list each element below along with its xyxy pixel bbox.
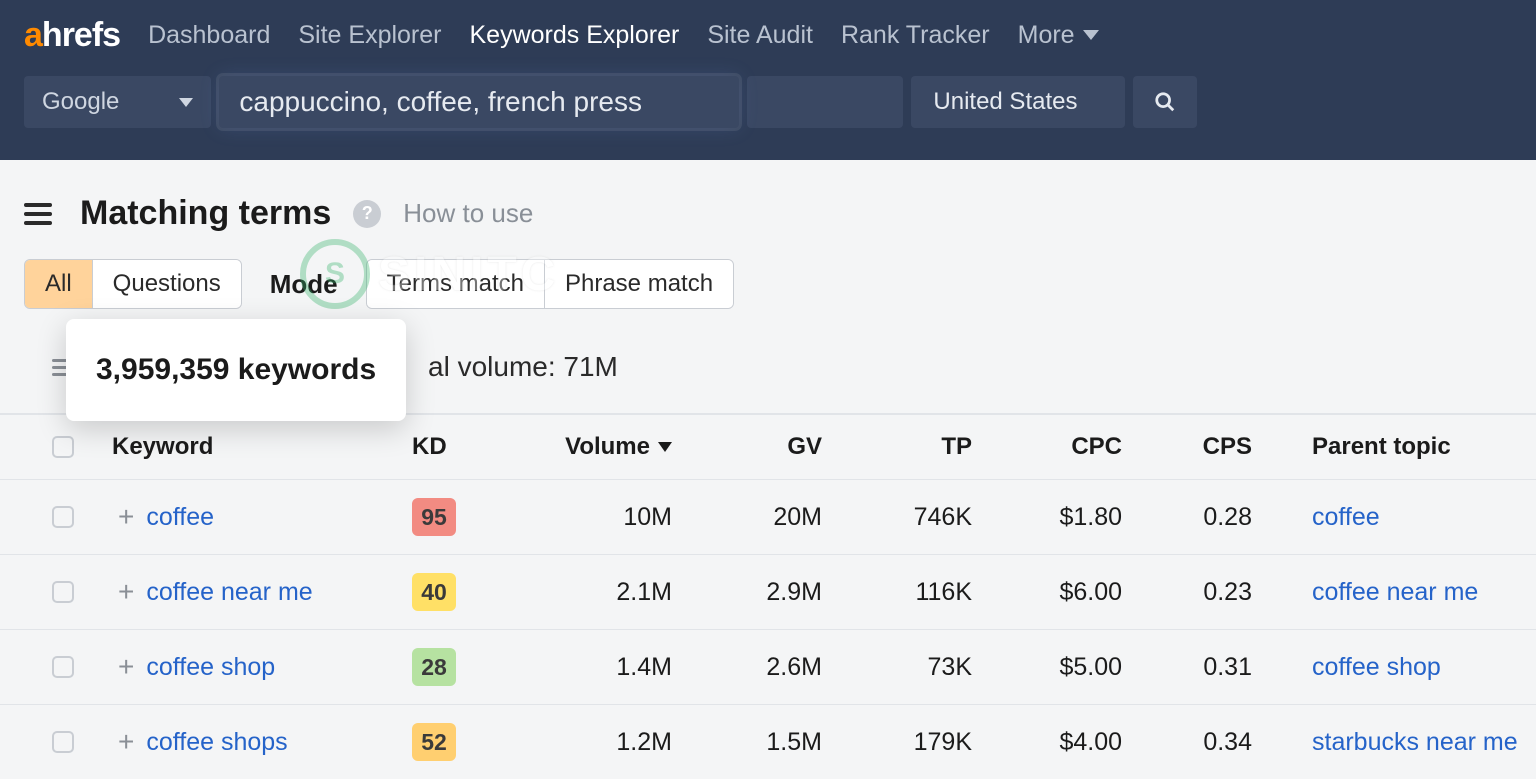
expand-icon[interactable]: +	[112, 726, 134, 758]
keyword-link[interactable]: coffee near me	[146, 578, 312, 607]
col-cpc[interactable]: CPC	[972, 433, 1122, 461]
keyword-link[interactable]: coffee shop	[146, 653, 275, 682]
cell-cps: 0.23	[1122, 578, 1252, 607]
subheader: Matching terms ? How to use	[0, 160, 1536, 259]
nav-item-site-audit[interactable]: Site Audit	[707, 21, 813, 50]
logo[interactable]: ahrefs	[24, 16, 120, 55]
col-keyword[interactable]: Keyword	[112, 433, 412, 461]
col-cps[interactable]: CPS	[1122, 433, 1252, 461]
nav-item-site-explorer[interactable]: Site Explorer	[298, 21, 441, 50]
cell-cpc: $1.80	[972, 503, 1122, 532]
search-extend-box[interactable]	[747, 76, 903, 128]
parent-topic-link[interactable]: coffee shop	[1312, 653, 1441, 681]
cell-volume: 10M	[502, 503, 672, 532]
nav-more-label: More	[1018, 21, 1075, 50]
nav-item-keywords-explorer[interactable]: Keywords Explorer	[470, 21, 680, 50]
select-all-checkbox[interactable]	[52, 436, 74, 458]
logo-accent: a	[24, 16, 42, 54]
cell-cps: 0.31	[1122, 653, 1252, 682]
chevron-down-icon	[179, 98, 193, 107]
cell-cpc: $5.00	[972, 653, 1122, 682]
search-row: Google United States	[24, 70, 1512, 128]
table-header: Keyword KD Volume GV TP CPC CPS Parent t…	[0, 413, 1536, 479]
filter-tab-questions[interactable]: Questions	[92, 260, 241, 308]
sort-desc-icon	[658, 442, 672, 452]
country-select[interactable]: United States	[911, 76, 1125, 128]
cell-tp: 746K	[822, 503, 972, 532]
country-label: United States	[933, 88, 1077, 116]
kd-badge: 28	[412, 648, 456, 686]
nav-more[interactable]: More	[1018, 21, 1099, 50]
help-icon[interactable]: ?	[353, 200, 381, 228]
cell-gv: 2.9M	[672, 578, 822, 607]
parent-topic-link[interactable]: starbucks near me	[1312, 728, 1518, 756]
results-table: Keyword KD Volume GV TP CPC CPS Parent t…	[0, 413, 1536, 779]
stats-row: 3,959,359 keywords al volume: 71M	[0, 327, 1536, 413]
mode-tab-terms-match[interactable]: Terms match	[367, 260, 544, 308]
row-checkbox[interactable]	[52, 581, 74, 603]
nav-item-dashboard[interactable]: Dashboard	[148, 21, 270, 50]
cell-tp: 116K	[822, 578, 972, 607]
mode-tab-phrase-match[interactable]: Phrase match	[544, 260, 733, 308]
cell-volume: 1.2M	[502, 728, 672, 757]
search-engine-label: Google	[42, 88, 119, 116]
kd-badge: 52	[412, 723, 456, 761]
cell-volume: 1.4M	[502, 653, 672, 682]
cell-cps: 0.28	[1122, 503, 1252, 532]
col-gv[interactable]: GV	[672, 433, 822, 461]
filter-tab-all[interactable]: All	[25, 260, 92, 308]
nav-row: ahrefs Dashboard Site Explorer Keywords Ex…	[24, 0, 1512, 70]
filter-tabs: AllQuestions	[24, 259, 242, 309]
cell-cps: 0.34	[1122, 728, 1252, 757]
expand-icon[interactable]: +	[112, 651, 134, 683]
row-checkbox[interactable]	[52, 731, 74, 753]
table-row: + coffee near me 40 2.1M 2.9M 116K $6.00…	[0, 554, 1536, 629]
cell-gv: 1.5M	[672, 728, 822, 757]
cell-gv: 2.6M	[672, 653, 822, 682]
search-input-wrap	[219, 76, 739, 128]
kd-badge: 40	[412, 573, 456, 611]
cell-cpc: $6.00	[972, 578, 1122, 607]
mode-tabs: Terms matchPhrase match	[366, 259, 734, 309]
page-title: Matching terms	[80, 194, 331, 233]
col-kd[interactable]: KD	[412, 433, 502, 461]
keyword-link[interactable]: coffee shops	[146, 728, 287, 757]
keyword-link[interactable]: coffee	[146, 503, 214, 532]
search-button[interactable]	[1133, 76, 1197, 128]
total-volume-text: al volume: 71M	[428, 351, 618, 383]
keyword-count-tooltip: 3,959,359 keywords	[66, 319, 406, 421]
kd-badge: 95	[412, 498, 456, 536]
cell-tp: 179K	[822, 728, 972, 757]
parent-topic-link[interactable]: coffee near me	[1312, 578, 1478, 606]
table-row: + coffee 95 10M 20M 746K $1.80 0.28 coff…	[0, 479, 1536, 554]
logo-text: hrefs	[42, 16, 120, 54]
row-checkbox[interactable]	[52, 656, 74, 678]
search-engine-select[interactable]: Google	[24, 76, 211, 128]
expand-icon[interactable]: +	[112, 501, 134, 533]
col-tp[interactable]: TP	[822, 433, 972, 461]
nav-item-rank-tracker[interactable]: Rank Tracker	[841, 21, 990, 50]
cell-volume: 2.1M	[502, 578, 672, 607]
how-to-use-link[interactable]: How to use	[403, 198, 533, 229]
row-checkbox[interactable]	[52, 506, 74, 528]
expand-icon[interactable]: +	[112, 576, 134, 608]
col-volume-label: Volume	[565, 433, 650, 461]
top-bar: ahrefs Dashboard Site Explorer Keywords Ex…	[0, 0, 1536, 160]
caret-down-icon	[1083, 30, 1099, 40]
menu-icon[interactable]	[24, 203, 52, 225]
col-volume[interactable]: Volume	[502, 433, 672, 461]
table-row: + coffee shop 28 1.4M 2.6M 73K $5.00 0.3…	[0, 629, 1536, 704]
cell-tp: 73K	[822, 653, 972, 682]
cell-cpc: $4.00	[972, 728, 1122, 757]
search-icon	[1154, 91, 1176, 113]
col-parent[interactable]: Parent topic	[1252, 433, 1536, 461]
mode-label: Mode	[270, 269, 338, 300]
parent-topic-link[interactable]: coffee	[1312, 503, 1380, 531]
search-input[interactable]	[219, 76, 739, 128]
filter-row: S SINITC AllQuestions Mode Terms matchPh…	[0, 259, 1536, 327]
cell-gv: 20M	[672, 503, 822, 532]
